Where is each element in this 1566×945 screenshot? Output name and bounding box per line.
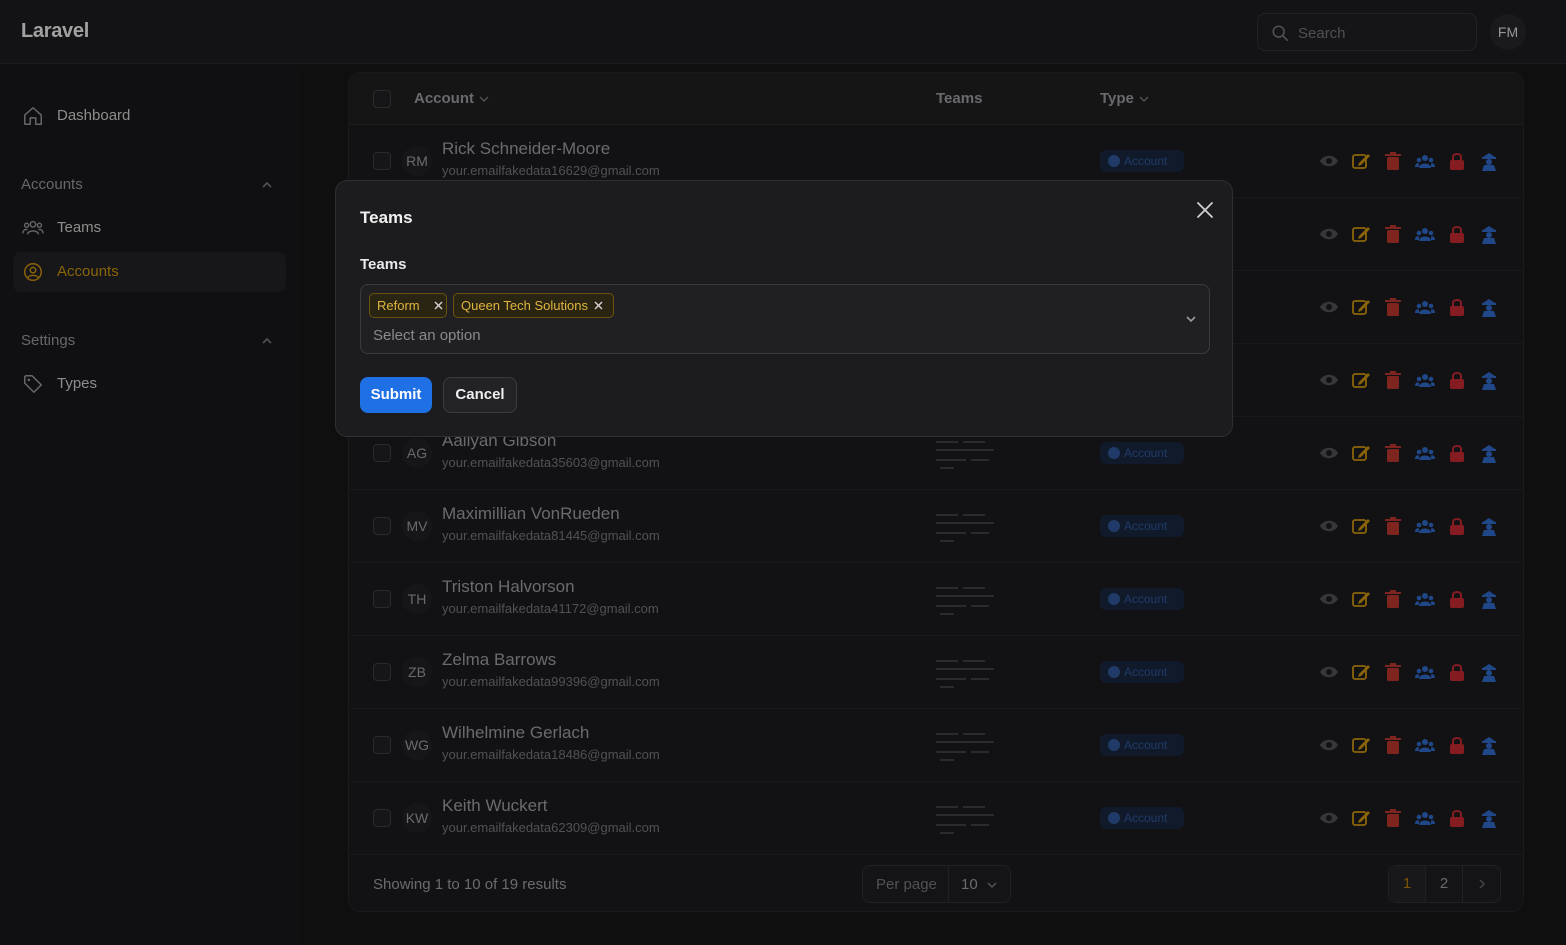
remove-chip-icon[interactable] [593, 300, 604, 311]
app-root: Laravel FM Dashboard Accounts Teams Acco… [0, 0, 1566, 945]
selected-chip: Reform [369, 293, 447, 318]
chevron-down-icon[interactable] [1184, 312, 1198, 326]
remove-chip-icon[interactable] [433, 300, 444, 311]
modal-title: Teams [360, 208, 413, 227]
select-placeholder[interactable]: Select an option [373, 327, 481, 344]
cancel-button[interactable]: Cancel [443, 377, 517, 413]
selected-chip: Queen Tech Solutions [453, 293, 614, 318]
teams-modal: Teams Teams Reform Queen Tech Solutions … [335, 180, 1233, 437]
teams-multiselect[interactable]: Reform Queen Tech Solutions Select an op… [360, 284, 1210, 354]
modal-backdrop[interactable] [0, 0, 1566, 945]
close-icon[interactable] [1194, 199, 1216, 221]
chip-label: Queen Tech Solutions [461, 298, 588, 313]
chip-label: Reform [377, 298, 420, 313]
submit-button[interactable]: Submit [360, 377, 432, 413]
teams-field-label: Teams [360, 256, 407, 273]
